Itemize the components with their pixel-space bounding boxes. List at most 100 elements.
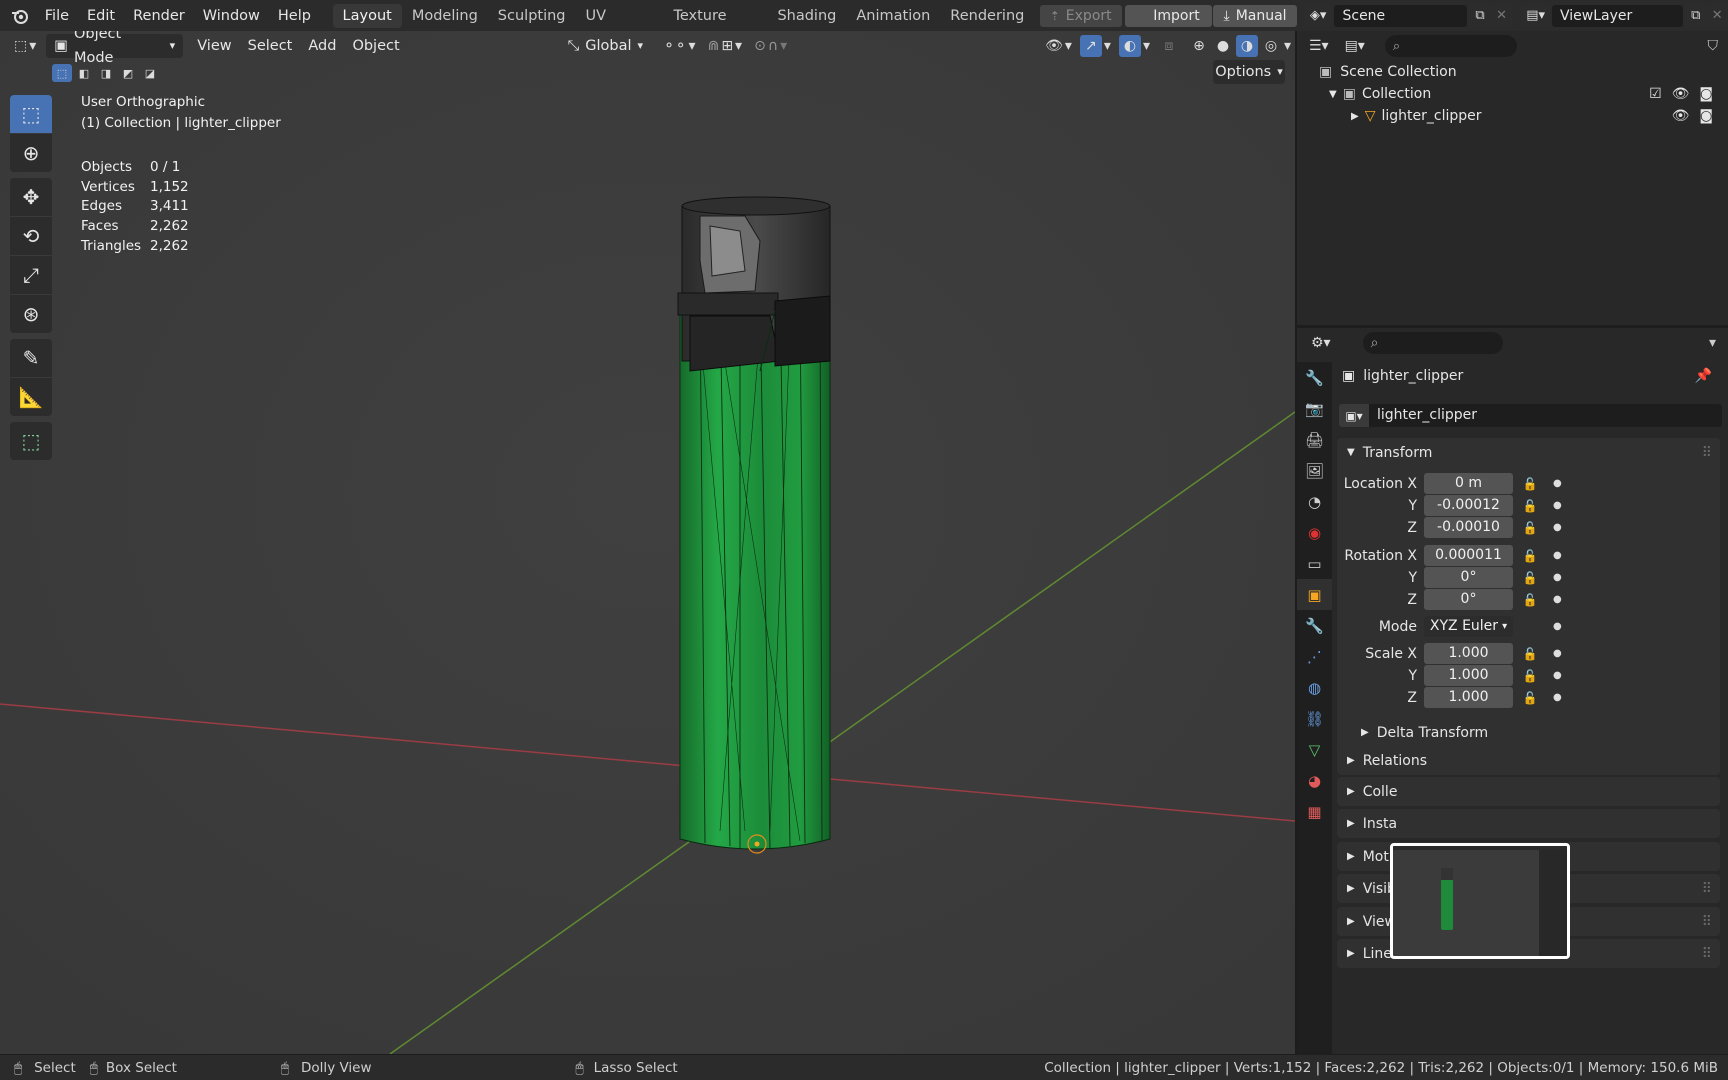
cursor-tool[interactable]: ⊕: [10, 134, 52, 172]
tab-texture-paint[interactable]: Texture Paint: [663, 4, 767, 48]
keyframe-dot-icon[interactable]: ●: [1553, 478, 1563, 489]
delete-view-layer-icon[interactable]: ✕: [1706, 4, 1728, 27]
snap-toggle[interactable]: ⋒ ⊞ ▾: [704, 34, 747, 58]
scene-name-field[interactable]: Scene: [1334, 4, 1468, 27]
import-button[interactable]: Import: [1125, 4, 1212, 27]
texture-tab-icon[interactable]: ▦: [1297, 796, 1332, 827]
menu-select[interactable]: Select: [240, 34, 301, 58]
lock-icon[interactable]: 🔓: [1521, 477, 1539, 491]
orientation-dropdown[interactable]: ⤡ Global ▾: [560, 34, 651, 58]
relations-panel[interactable]: ▶ Relations: [1337, 746, 1720, 775]
physics-tab-icon[interactable]: ◍: [1297, 672, 1332, 703]
display-mode-icon[interactable]: ▤▾: [1341, 34, 1369, 58]
eye-icon[interactable]: 👁: [1672, 86, 1690, 102]
select-box-tool[interactable]: ⬚: [10, 95, 52, 133]
lock-icon[interactable]: 🔓: [1521, 571, 1539, 585]
material-shading-icon[interactable]: ◑: [1235, 35, 1258, 57]
menu-object[interactable]: Object: [344, 34, 407, 58]
manual-button[interactable]: ⤓ Manual: [1213, 4, 1297, 27]
tree-row-collection[interactable]: ▼ ▣ Collection ☑ 👁 ◙: [1319, 83, 1719, 105]
drag-handle-icon[interactable]: ⠿: [1702, 445, 1712, 461]
tab-shading[interactable]: Shading: [767, 4, 846, 28]
collections-panel[interactable]: ▶ Colle: [1337, 777, 1720, 806]
drag-handle-icon[interactable]: ⠿: [1702, 881, 1712, 897]
filter-icon[interactable]: ⛉: [1708, 38, 1719, 54]
menu-add[interactable]: Add: [300, 34, 344, 58]
select-invert-icon[interactable]: ◩: [118, 64, 138, 82]
transform-tool[interactable]: ⊛: [10, 295, 52, 333]
select-subtract-icon[interactable]: ◨: [96, 64, 116, 82]
location-x-field[interactable]: 0 m: [1424, 473, 1513, 494]
rotation-z-field[interactable]: 0°: [1424, 589, 1513, 610]
select-extend-icon[interactable]: ◧: [74, 64, 94, 82]
keyframe-dot-icon[interactable]: ●: [1553, 550, 1563, 561]
annotate-tool[interactable]: ✎: [10, 339, 52, 377]
view-layer-field[interactable]: ViewLayer: [1552, 4, 1683, 27]
gizmo-toggle[interactable]: ↗ ▾: [1076, 34, 1115, 58]
select-intersect-icon[interactable]: ◪: [140, 64, 160, 82]
menu-edit[interactable]: Edit: [78, 4, 124, 28]
location-z-field[interactable]: -0.00010: [1424, 517, 1513, 538]
tab-animation[interactable]: Animation: [846, 4, 940, 28]
instancing-panel[interactable]: ▶ Insta: [1337, 809, 1720, 838]
lock-icon[interactable]: 🔓: [1521, 593, 1539, 607]
camera-icon[interactable]: ◙: [1699, 86, 1713, 102]
scene-selector-icon[interactable]: ◈▾: [1303, 4, 1333, 27]
tab-modeling[interactable]: Modeling: [402, 4, 488, 28]
blender-logo-icon[interactable]: [10, 5, 30, 27]
scene-tab-icon[interactable]: ◔: [1297, 486, 1332, 517]
visibility-dropdown[interactable]: 👁 ▾: [1041, 34, 1076, 58]
rendered-shading-icon[interactable]: ◎: [1260, 35, 1282, 57]
rotation-mode-dropdown[interactable]: XYZ Euler ▾: [1424, 616, 1513, 637]
mode-dropdown[interactable]: ▣ Object Mode ▾: [46, 31, 184, 66]
outliner-editor-icon[interactable]: ☰▾: [1305, 34, 1333, 58]
chevron-down-icon[interactable]: ▾: [1709, 335, 1716, 351]
screenshot-thumbnail[interactable]: [1390, 843, 1570, 959]
view-layer-tab-icon[interactable]: 🖼: [1297, 455, 1332, 486]
lock-icon[interactable]: 🔓: [1521, 499, 1539, 513]
expand-right-icon[interactable]: ▶: [1351, 111, 1359, 122]
keyframe-dot-icon[interactable]: ●: [1553, 648, 1563, 659]
export-button[interactable]: ⇡ Export: [1039, 4, 1122, 27]
editor-type-button[interactable]: ⬚ ▾: [10, 34, 40, 58]
move-tool[interactable]: ✥: [10, 178, 52, 216]
particles-tab-icon[interactable]: ⋰: [1297, 641, 1332, 672]
tab-sculpting[interactable]: Sculpting: [488, 4, 576, 28]
object-tab-icon[interactable]: ▣: [1297, 579, 1332, 610]
rotation-x-field[interactable]: 0.000011: [1424, 545, 1513, 566]
tab-layout[interactable]: Layout: [332, 3, 402, 28]
solid-shading-icon[interactable]: ●: [1212, 35, 1234, 57]
3d-viewport[interactable]: ⬚ ▾ ▣ Object Mode ▾ View Select Add Objec…: [0, 31, 1295, 1054]
lock-icon[interactable]: 🔓: [1521, 691, 1539, 705]
proportional-edit-toggle[interactable]: ⊙ ∩ ▾: [750, 34, 791, 58]
menu-help[interactable]: Help: [269, 4, 320, 28]
lock-icon[interactable]: 🔓: [1521, 549, 1539, 563]
collection-tab-icon[interactable]: ▭: [1297, 548, 1332, 579]
object-browse-icon[interactable]: ▣▾: [1339, 404, 1369, 427]
xray-toggle[interactable]: ⧈: [1154, 34, 1184, 58]
eye-icon[interactable]: 👁: [1672, 108, 1690, 124]
drag-handle-icon[interactable]: ⠿: [1702, 946, 1712, 962]
scale-x-field[interactable]: 1.000: [1424, 643, 1513, 664]
keyframe-dot-icon[interactable]: ●: [1553, 500, 1563, 511]
properties-search-input[interactable]: ⌕: [1362, 332, 1503, 354]
shading-buttons[interactable]: ⊕ ● ◑ ◎ ▾: [1184, 34, 1295, 58]
keyframe-dot-icon[interactable]: ●: [1553, 522, 1563, 533]
scale-y-field[interactable]: 1.000: [1424, 665, 1513, 686]
menu-file[interactable]: File: [36, 4, 78, 28]
rotate-tool[interactable]: ⟲: [10, 217, 52, 255]
rotation-y-field[interactable]: 0°: [1424, 567, 1513, 588]
select-new-icon[interactable]: ⬚: [52, 64, 72, 82]
tree-row-scene-collection[interactable]: ▣ Scene Collection: [1319, 61, 1719, 83]
lighter-model[interactable]: [677, 196, 831, 854]
location-y-field[interactable]: -0.00012: [1424, 495, 1513, 516]
pivot-dropdown[interactable]: ⚬⚬ ▾: [659, 34, 700, 58]
delta-transform-subpanel[interactable]: ▶ Delta Transform: [1351, 718, 1711, 747]
delete-scene-icon[interactable]: ✕: [1490, 4, 1513, 27]
overlay-toggle[interactable]: ◐ ▾: [1115, 34, 1154, 58]
object-name-field[interactable]: lighter_clipper: [1369, 404, 1722, 427]
new-view-layer-icon[interactable]: ⧉: [1684, 4, 1707, 27]
keyframe-dot-icon[interactable]: ●: [1553, 670, 1563, 681]
camera-icon[interactable]: ◙: [1699, 108, 1713, 124]
add-cube-tool[interactable]: ⬚: [10, 422, 52, 460]
